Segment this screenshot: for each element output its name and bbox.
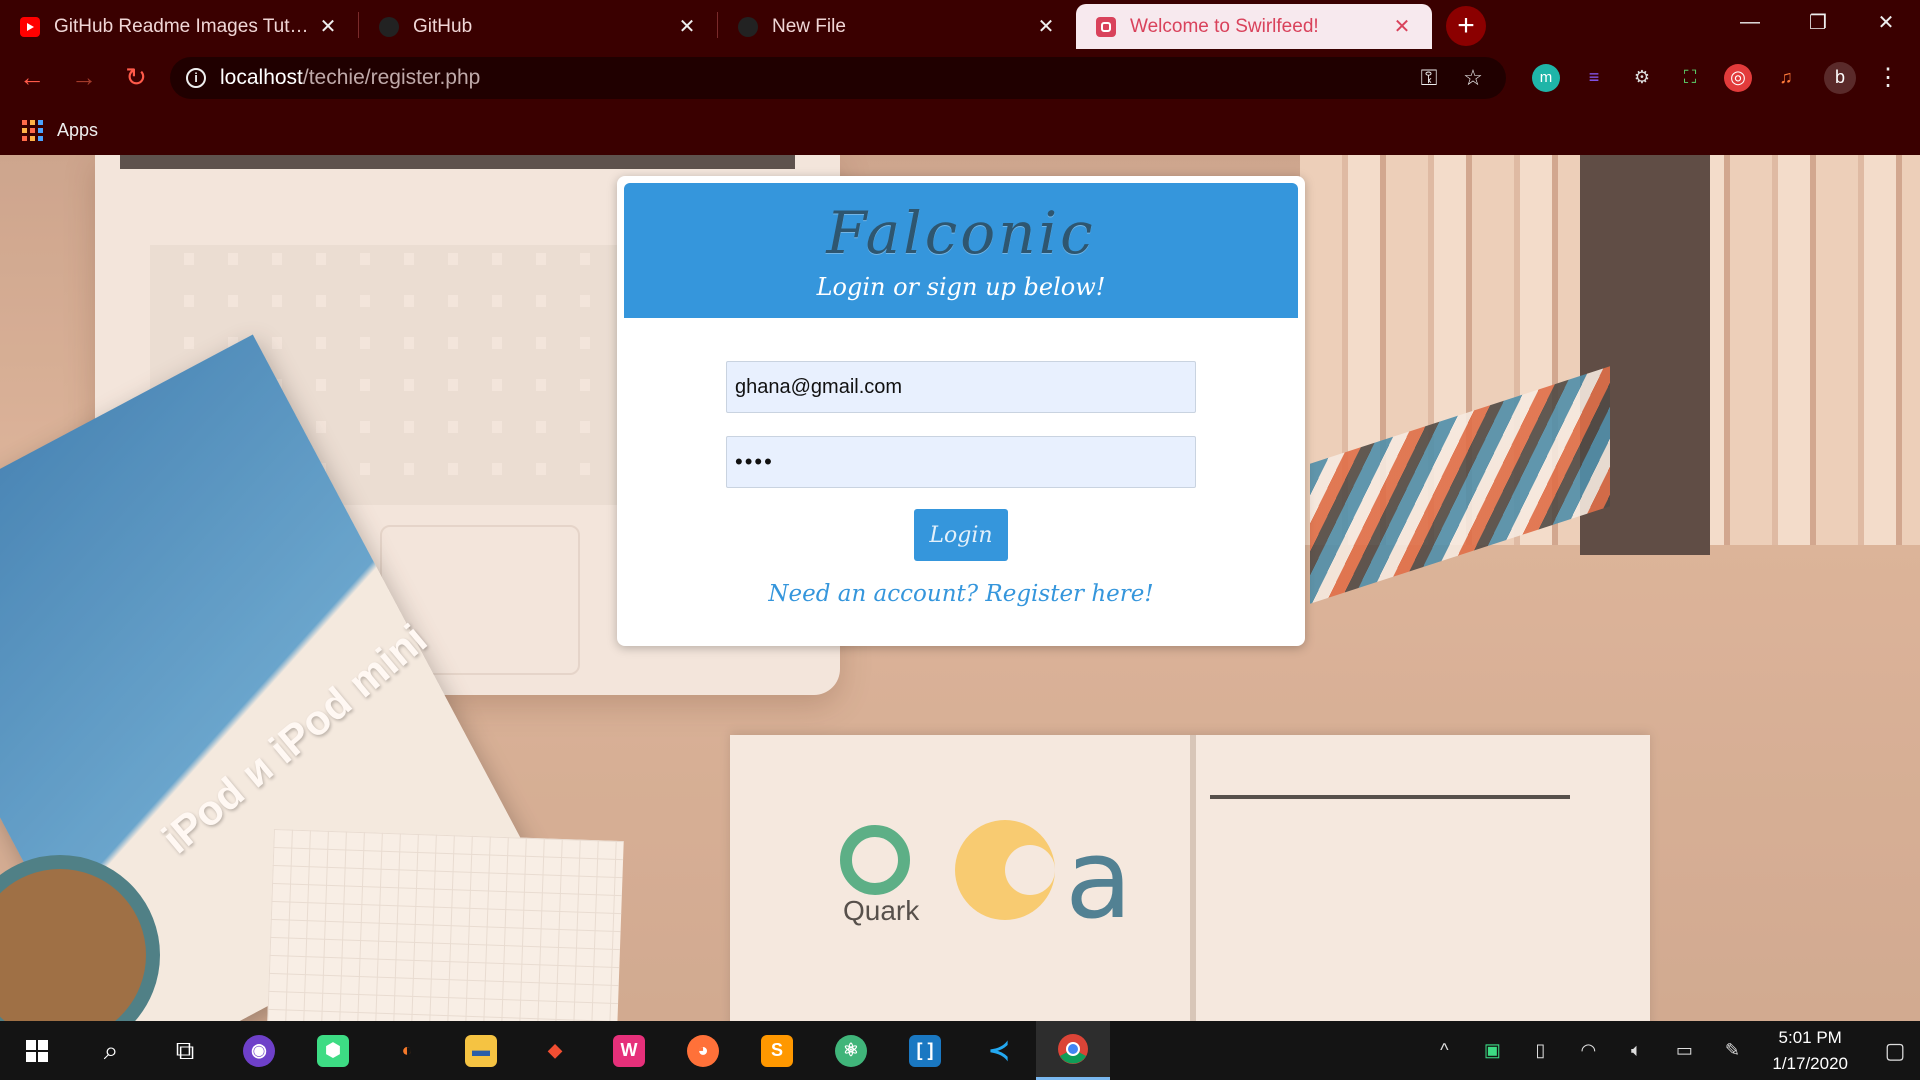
more-menu-icon[interactable]: ⋮ <box>1876 63 1900 92</box>
minimize-icon[interactable]: — <box>1716 0 1784 44</box>
youtube-icon <box>20 16 40 37</box>
email-field[interactable] <box>726 361 1196 413</box>
vscode-icon[interactable]: ≺ <box>962 1021 1036 1080</box>
github-icon <box>738 16 758 37</box>
close-icon[interactable]: ✕ <box>1034 15 1058 39</box>
battery-icon[interactable]: ▭ <box>1664 1040 1704 1061</box>
volume-icon[interactable]: 🔈︎ <box>1616 1040 1656 1061</box>
url-path: /techie/register.php <box>302 65 481 89</box>
key-icon[interactable]: ⚿ <box>1412 61 1446 95</box>
webstorm-icon[interactable]: W <box>592 1021 666 1080</box>
bookmarks-bar: Apps <box>0 106 1920 155</box>
windows-start-icon[interactable] <box>0 1021 74 1080</box>
extension-m-icon[interactable]: m <box>1532 63 1560 92</box>
star-icon[interactable]: ☆ <box>1456 61 1490 95</box>
tray-app-icon[interactable]: ▣ <box>1472 1040 1512 1061</box>
new-tab-button[interactable]: + <box>1446 6 1486 46</box>
extensions-bar: m ≡ ⚙ ⛶ ◎ ♫ <box>1522 63 1810 92</box>
extension-gear-icon[interactable]: ⚙ <box>1628 64 1656 92</box>
page-viewport: iPod и iPod mini Quark a Falconic Login … <box>0 155 1920 1021</box>
search-icon[interactable]: ⌕ <box>74 1021 148 1080</box>
file-explorer-icon[interactable]: ▬ <box>444 1021 518 1080</box>
blender-icon[interactable]: ◐ <box>370 1021 444 1080</box>
extension-playlist-icon[interactable]: ♫ <box>1772 64 1800 92</box>
git-icon[interactable]: ◆ <box>518 1021 592 1080</box>
task-view-icon[interactable]: ⧉ <box>148 1021 222 1080</box>
login-tagline: Login or sign up below! <box>816 273 1106 301</box>
battery-alert-icon[interactable]: ▯ <box>1520 1040 1560 1061</box>
register-link[interactable]: Need an account? Register here! <box>768 581 1153 607</box>
forward-arrow-icon[interactable]: → <box>64 58 104 98</box>
login-card: Falconic Login or sign up below! Login N… <box>617 176 1305 646</box>
github-icon <box>379 16 399 37</box>
brand-title: Falconic <box>826 199 1096 267</box>
tab-youtube[interactable]: GitHub Readme Images Tutorial ( ✕ <box>0 4 358 49</box>
login-form: Login Need an account? Register here! <box>624 318 1298 607</box>
url-text[interactable]: localhost/techie/register.php <box>220 66 1402 90</box>
clock-time: 5:01 PM <box>1778 1027 1842 1047</box>
android-studio-icon[interactable]: ⬢ <box>296 1021 370 1080</box>
tab-strip: GitHub Readme Images Tutorial ( ✕ GitHub… <box>0 0 1920 49</box>
info-icon[interactable]: i <box>186 67 206 88</box>
close-icon[interactable]: ✕ <box>316 15 340 39</box>
profile-avatar[interactable]: b <box>1824 61 1856 94</box>
window-controls: — ❐ ✕ <box>1716 0 1920 44</box>
tab-title: GitHub Readme Images Tutorial ( <box>54 15 316 37</box>
github-desktop-icon[interactable]: ◉ <box>222 1021 296 1080</box>
login-header: Falconic Login or sign up below! <box>624 183 1298 318</box>
chevron-up-icon[interactable]: ^ <box>1424 1040 1464 1061</box>
login-button[interactable]: Login <box>914 509 1008 561</box>
clock-date: 1/17/2020 <box>1772 1053 1848 1073</box>
apps-bookmark[interactable]: Apps <box>57 120 98 141</box>
pen-icon[interactable]: ✎ <box>1712 1040 1752 1061</box>
close-window-icon[interactable]: ✕ <box>1852 0 1920 44</box>
chrome-icon[interactable] <box>1036 1021 1110 1080</box>
address-bar[interactable]: i localhost/techie/register.php ⚿ ☆ <box>170 56 1506 99</box>
windows-taskbar: ⌕ ⧉ ◉ ⬢ ◐ ▬ ◆ W ◕ S ⚛ [ ] ≺ ^ ▣ ▯ ◠ 🔈︎ ▭… <box>0 1021 1920 1080</box>
system-tray: ^ ▣ ▯ ◠ 🔈︎ ▭ ✎ 5:01 PM 1/17/2020 ▢ <box>1420 1021 1920 1080</box>
notification-icon[interactable]: ▢ <box>1870 1021 1920 1080</box>
wifi-icon[interactable]: ◠ <box>1568 1040 1608 1061</box>
tab-title: Welcome to Swirlfeed! <box>1130 15 1319 37</box>
swirlfeed-icon <box>1096 16 1116 37</box>
clock[interactable]: 5:01 PM 1/17/2020 <box>1772 1025 1848 1077</box>
extension-capture-icon[interactable]: ⛶ <box>1676 64 1704 92</box>
restore-icon[interactable]: ❐ <box>1784 0 1852 44</box>
tab-new-file[interactable]: New File ✕ <box>718 4 1076 49</box>
atom-icon[interactable]: ⚛ <box>814 1021 888 1080</box>
tab-title: GitHub <box>413 15 473 37</box>
brackets-icon[interactable]: [ ] <box>888 1021 962 1080</box>
tab-github[interactable]: GitHub ✕ <box>359 4 717 49</box>
close-icon[interactable]: ✕ <box>675 15 699 39</box>
back-arrow-icon[interactable]: ← <box>12 58 52 98</box>
extension-globe-icon[interactable]: ◎ <box>1724 63 1752 92</box>
url-host: localhost <box>220 65 303 89</box>
tab-title: New File <box>772 15 846 37</box>
browser-toolbar: ← → ↻ i localhost/techie/register.php ⚿ … <box>0 49 1920 106</box>
apps-grid-icon[interactable] <box>22 120 43 141</box>
close-icon[interactable]: ✕ <box>1390 15 1414 39</box>
tab-swirlfeed[interactable]: Welcome to Swirlfeed! ✕ <box>1076 4 1432 49</box>
password-field[interactable] <box>726 436 1196 488</box>
firefox-icon[interactable]: ◕ <box>666 1021 740 1080</box>
reload-icon[interactable]: ↻ <box>116 58 156 98</box>
sublime-text-icon[interactable]: S <box>740 1021 814 1080</box>
extension-lines-icon[interactable]: ≡ <box>1580 64 1608 92</box>
